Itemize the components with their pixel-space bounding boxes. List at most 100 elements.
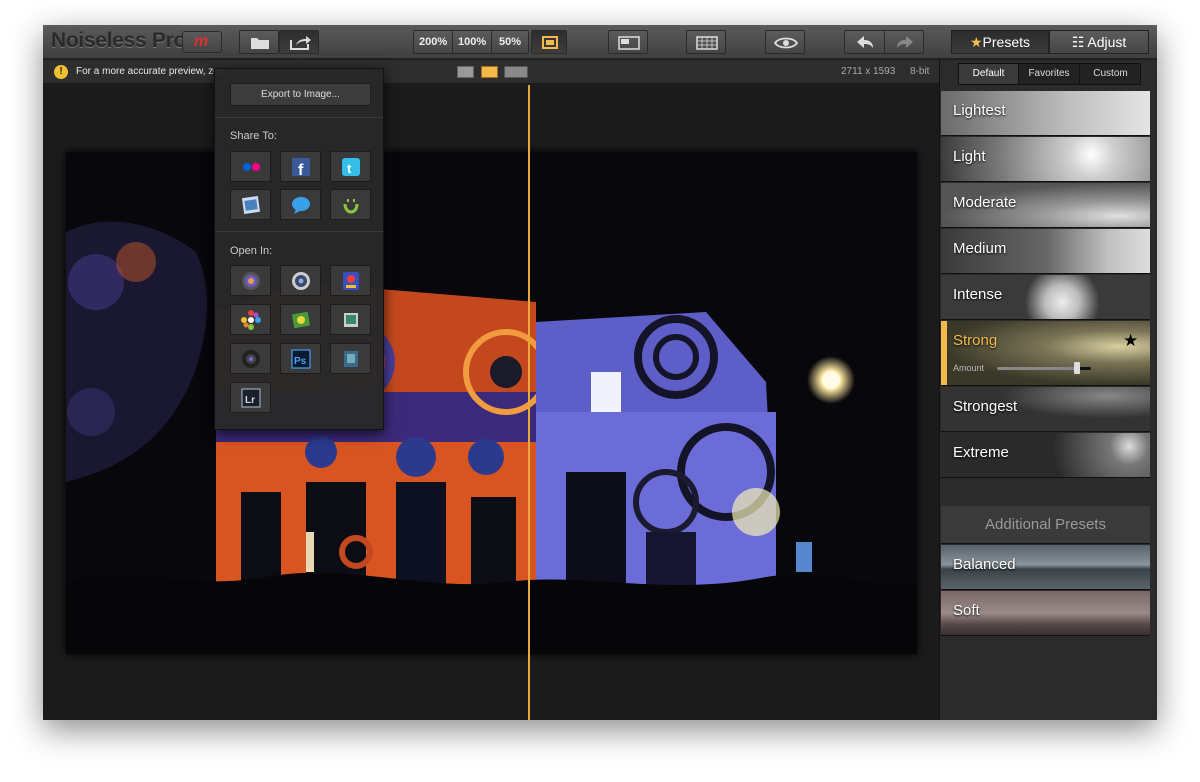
folder-icon [251,38,269,49]
svg-text:Lr: Lr [245,395,255,406]
aperture-icon [242,272,260,290]
split-view-button[interactable] [481,66,498,78]
share-photo-browser-button[interactable] [230,189,271,220]
redo-button[interactable] [885,31,924,53]
side-by-side-button[interactable] [504,66,528,78]
preset-light[interactable]: Light [941,137,1150,182]
twitter-icon: t [342,158,360,176]
share-flickr-button[interactable] [230,151,271,182]
share-facebook-button[interactable]: f [280,151,321,182]
open-preview-button[interactable] [330,304,371,335]
night-building-projection-image [66,152,917,654]
flickr-icon [243,163,260,171]
amount-label: Amount [953,363,985,373]
pixelmator-icon [292,272,310,290]
share-smugmug-button[interactable] [330,189,371,220]
amount-slider-handle[interactable] [1073,362,1080,374]
preset-extreme[interactable]: Extreme [941,433,1150,478]
svg-text:t: t [347,161,352,176]
zoom-200-button[interactable]: 200% [414,31,453,53]
compare-icon [618,36,640,50]
favorite-star-icon[interactable]: ★ [1123,331,1138,351]
iphoto-icon [241,310,261,330]
photo-booth-icon [343,272,359,290]
preset-name: Extreme [953,444,1009,461]
tab-presets-label: Presets [982,34,1031,50]
preview-button[interactable] [765,30,805,54]
lightroom-icon: Lr [241,388,261,408]
share-twitter-button[interactable]: t [330,151,371,182]
split-line-handle[interactable] [528,85,530,720]
share-messages-button[interactable] [280,189,321,220]
preset-medium[interactable]: Medium [941,229,1150,274]
amount-slider-fill [997,367,1077,370]
preset-lightest[interactable]: Lightest [941,91,1150,136]
preset-moderate[interactable]: Moderate [941,183,1150,228]
messages-icon [292,197,310,214]
share-icon [290,36,311,50]
svg-text:f: f [298,162,304,178]
open-pixelmator-button[interactable] [280,265,321,296]
macphun-logo-button[interactable]: m [182,31,222,53]
preset-name: Moderate [953,194,1017,211]
preset-strong[interactable]: Strong ★ Amount [941,321,1150,386]
zoom-50-button[interactable]: 50% [492,31,529,53]
grid-button[interactable] [686,30,726,54]
menu-pointer [291,61,305,68]
tab-adjust[interactable]: ☷ Adjust [1049,30,1149,54]
facebook-icon: f [292,158,310,178]
open-aperture-button[interactable] [230,265,271,296]
undo-icon [857,36,873,48]
fit-icon [542,36,558,49]
share-menu: Export to Image... Share To: f t Open In… [214,68,384,430]
share-to-label: Share To: [230,130,277,142]
preset-balanced[interactable]: Balanced [941,545,1150,590]
history-group [844,30,924,54]
additional-presets-header[interactable]: Additional Presets [941,506,1150,544]
open-photo-booth-button[interactable] [330,265,371,296]
preview-icon [344,313,358,327]
tab-presets[interactable]: ★Presets [951,30,1049,54]
share-button[interactable] [279,30,319,54]
zoom-50-label: 50% [499,36,522,48]
tab-default[interactable]: Default [959,64,1019,84]
bit-depth: 8-bit [910,66,930,77]
fit-button[interactable] [531,30,567,54]
open-image-app-button[interactable] [330,343,371,374]
camera-lens-icon [242,350,260,368]
export-to-image-button[interactable]: Export to Image... [230,83,371,106]
zoom-100-label: 100% [458,36,487,48]
single-view-button[interactable] [457,66,474,78]
redo-icon [897,36,913,48]
tab-adjust-label: Adjust [1087,34,1127,50]
zoom-200-label: 200% [419,36,448,48]
preset-name: Strong [953,332,998,349]
open-in-label: Open In: [230,245,273,257]
preset-name: Medium [953,240,1007,257]
preset-category-tabs: Default Favorites Custom [958,63,1141,85]
undo-button[interactable] [845,31,885,53]
open-photoshop-button[interactable]: Ps [280,343,321,374]
photo-preview[interactable] [66,152,917,654]
star-icon: ★ [969,34,983,50]
photo-editor-icon [291,311,311,329]
open-button[interactable] [239,30,279,54]
preset-soft[interactable]: Soft [941,591,1150,636]
preset-intense[interactable]: Intense [941,275,1150,320]
compare-view-button[interactable] [608,30,648,54]
open-camera-app-button[interactable] [230,343,271,374]
open-lightroom-button[interactable]: Lr [230,382,271,413]
grid-icon [696,36,718,50]
preset-strongest[interactable]: Strongest [941,387,1150,432]
open-iphoto-button[interactable] [230,304,271,335]
sliders-icon: ☷ [1071,34,1088,50]
tab-custom[interactable]: Custom [1080,64,1141,84]
info-bar: ! For a more accurate preview, zoo 2711 … [43,60,939,84]
eye-icon [773,37,799,49]
open-photo-editor-button[interactable] [280,304,321,335]
preset-name: Balanced [953,556,1016,573]
image-dimensions: 2711 x 1593 [841,66,896,77]
menu-divider [215,231,383,232]
zoom-100-button[interactable]: 100% [453,31,492,53]
tab-favorites[interactable]: Favorites [1019,64,1080,84]
